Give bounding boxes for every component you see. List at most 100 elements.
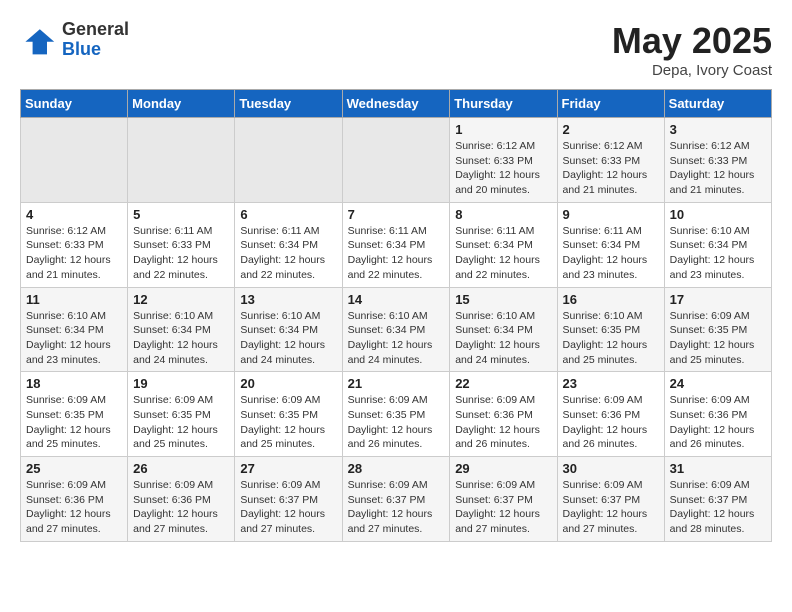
calendar-cell: 15 Sunrise: 6:10 AM Sunset: 6:34 PM Dayli… (450, 287, 557, 372)
day-number: 22 (455, 376, 551, 391)
day-info: Sunrise: 6:12 AM Sunset: 6:33 PM Dayligh… (670, 139, 766, 198)
day-number: 5 (133, 207, 229, 222)
day-header-wednesday: Wednesday (342, 90, 450, 118)
calendar-cell: 18Sunrise: 6:09 AM Sunset: 6:35 PM Dayli… (21, 372, 128, 457)
day-info: Sunrise: 6:09 AM Sunset: 6:36 PM Dayligh… (563, 393, 659, 452)
week-row-4: 18 Sunrise: 6:09 AM Sunset: 6:35 PM Dayli… (21, 372, 772, 457)
day-info: Sunrise: 6:10 AM Sunset: 6:34 PM Dayligh… (670, 224, 766, 283)
day-header-friday: Friday (557, 90, 664, 118)
calendar-cell: 3Sunrise: 6:12 AM Sunset: 6:33 PM Daylig… (664, 118, 771, 203)
calendar-cell: 28Sunrise: 6:09 AM Sunset: 6:37 PM Dayli… (342, 457, 450, 542)
day-info: Sunrise: 6:09 AM Sunset: 6:37 PM Dayligh… (563, 478, 659, 537)
calendar-cell: 12 Sunrise: 6:10 AM Sunset: 6:34 PM Dayli… (128, 287, 235, 372)
calendar-cell: 10Sunrise: 6:10 AM Sunset: 6:34 PM Dayli… (664, 202, 771, 287)
day-number: 18 (26, 376, 122, 391)
calendar-cell: 11Sunrise: 6:10 AM Sunset: 6:34 PM Dayli… (21, 287, 128, 372)
calendar-cell: 30Sunrise: 6:09 AM Sunset: 6:37 PM Dayli… (557, 457, 664, 542)
calendar-cell: 22 Sunrise: 6:09 AM Sunset: 6:36 PM Dayli… (450, 372, 557, 457)
week-row-3: 11Sunrise: 6:10 AM Sunset: 6:34 PM Dayli… (21, 287, 772, 372)
day-info: Sunrise: 6:12 AM Sunset: 6:33 PM Dayligh… (26, 224, 122, 283)
day-number: 23 (563, 376, 659, 391)
day-number: 20 (240, 376, 336, 391)
day-info: Sunrise: 6:10 AM Sunset: 6:35 PM Dayligh… (563, 309, 659, 368)
calendar-cell: 13 Sunrise: 6:10 AM Sunset: 6:34 PM Dayli… (235, 287, 342, 372)
day-number: 29 (455, 461, 551, 476)
day-number: 31 (670, 461, 766, 476)
calendar-cell: 27 Sunrise: 6:09 AM Sunset: 6:37 PM Dayli… (235, 457, 342, 542)
calendar-body: 1 Sunrise: 6:12 AM Sunset: 6:33 PM Daylig… (21, 118, 772, 542)
day-number: 1 (455, 122, 551, 137)
day-info: Sunrise: 6:09 AM Sunset: 6:35 PM Dayligh… (240, 393, 336, 452)
day-info: Sunrise: 6:10 AM Sunset: 6:34 PM Dayligh… (348, 309, 445, 368)
day-header-tuesday: Tuesday (235, 90, 342, 118)
logo-icon (20, 22, 56, 58)
page-header: General Blue May 2025 Depa, Ivory Coast (20, 20, 772, 79)
calendar-cell: 2Sunrise: 6:12 AM Sunset: 6:33 PM Daylig… (557, 118, 664, 203)
calendar-cell: 7Sunrise: 6:11 AM Sunset: 6:34 PM Daylig… (342, 202, 450, 287)
day-info: Sunrise: 6:09 AM Sunset: 6:37 PM Dayligh… (670, 478, 766, 537)
day-info: Sunrise: 6:11 AM Sunset: 6:34 PM Dayligh… (563, 224, 659, 283)
calendar-cell: 6Sunrise: 6:11 AM Sunset: 6:34 PM Daylig… (235, 202, 342, 287)
day-number: 17 (670, 292, 766, 307)
day-number: 8 (455, 207, 551, 222)
calendar-cell: 9Sunrise: 6:11 AM Sunset: 6:34 PM Daylig… (557, 202, 664, 287)
location: Depa, Ivory Coast (612, 62, 772, 79)
day-info: Sunrise: 6:10 AM Sunset: 6:34 PM Dayligh… (240, 309, 336, 368)
calendar-cell: 23 Sunrise: 6:09 AM Sunset: 6:36 PM Dayli… (557, 372, 664, 457)
logo: General Blue (20, 20, 129, 60)
calendar-cell: 14 Sunrise: 6:10 AM Sunset: 6:34 PM Dayli… (342, 287, 450, 372)
day-number: 19 (133, 376, 229, 391)
week-row-2: 4 Sunrise: 6:12 AM Sunset: 6:33 PM Daylig… (21, 202, 772, 287)
day-info: Sunrise: 6:11 AM Sunset: 6:34 PM Dayligh… (455, 224, 551, 283)
calendar-cell: 5 Sunrise: 6:11 AM Sunset: 6:33 PM Daylig… (128, 202, 235, 287)
day-header-saturday: Saturday (664, 90, 771, 118)
day-header-sunday: Sunday (21, 90, 128, 118)
calendar-cell: 31 Sunrise: 6:09 AM Sunset: 6:37 PM Dayli… (664, 457, 771, 542)
day-info: Sunrise: 6:11 AM Sunset: 6:34 PM Dayligh… (348, 224, 445, 283)
day-number: 16 (563, 292, 659, 307)
day-header-thursday: Thursday (450, 90, 557, 118)
calendar-cell: 21 Sunrise: 6:09 AM Sunset: 6:35 PM Dayli… (342, 372, 450, 457)
day-number: 12 (133, 292, 229, 307)
day-number: 15 (455, 292, 551, 307)
day-info: Sunrise: 6:11 AM Sunset: 6:33 PM Dayligh… (133, 224, 229, 283)
week-row-5: 25 Sunrise: 6:09 AM Sunset: 6:36 PM Dayli… (21, 457, 772, 542)
calendar-header-row: SundayMondayTuesdayWednesdayThursdayFrid… (21, 90, 772, 118)
day-number: 27 (240, 461, 336, 476)
calendar-cell (342, 118, 450, 203)
day-info: Sunrise: 6:09 AM Sunset: 6:37 PM Dayligh… (455, 478, 551, 537)
calendar-table: SundayMondayTuesdayWednesdayThursdayFrid… (20, 89, 772, 542)
day-info: Sunrise: 6:09 AM Sunset: 6:37 PM Dayligh… (348, 478, 445, 537)
day-number: 21 (348, 376, 445, 391)
title-section: May 2025 Depa, Ivory Coast (612, 20, 772, 79)
day-number: 6 (240, 207, 336, 222)
calendar-cell (128, 118, 235, 203)
day-info: Sunrise: 6:09 AM Sunset: 6:36 PM Dayligh… (455, 393, 551, 452)
calendar-cell: 24Sunrise: 6:09 AM Sunset: 6:36 PM Dayli… (664, 372, 771, 457)
calendar-cell (21, 118, 128, 203)
day-info: Sunrise: 6:10 AM Sunset: 6:34 PM Dayligh… (133, 309, 229, 368)
calendar-cell: 26 Sunrise: 6:09 AM Sunset: 6:36 PM Dayli… (128, 457, 235, 542)
calendar-cell (235, 118, 342, 203)
day-info: Sunrise: 6:10 AM Sunset: 6:34 PM Dayligh… (455, 309, 551, 368)
day-number: 13 (240, 292, 336, 307)
calendar-cell: 29 Sunrise: 6:09 AM Sunset: 6:37 PM Dayli… (450, 457, 557, 542)
day-info: Sunrise: 6:09 AM Sunset: 6:35 PM Dayligh… (348, 393, 445, 452)
day-number: 25 (26, 461, 122, 476)
month-title: May 2025 (612, 20, 772, 62)
day-info: Sunrise: 6:09 AM Sunset: 6:35 PM Dayligh… (670, 309, 766, 368)
day-info: Sunrise: 6:09 AM Sunset: 6:37 PM Dayligh… (240, 478, 336, 537)
day-info: Sunrise: 6:09 AM Sunset: 6:36 PM Dayligh… (26, 478, 122, 537)
day-info: Sunrise: 6:09 AM Sunset: 6:36 PM Dayligh… (133, 478, 229, 537)
day-number: 14 (348, 292, 445, 307)
week-row-1: 1 Sunrise: 6:12 AM Sunset: 6:33 PM Daylig… (21, 118, 772, 203)
day-number: 24 (670, 376, 766, 391)
day-number: 26 (133, 461, 229, 476)
day-info: Sunrise: 6:09 AM Sunset: 6:35 PM Dayligh… (133, 393, 229, 452)
calendar-cell: 25 Sunrise: 6:09 AM Sunset: 6:36 PM Dayli… (21, 457, 128, 542)
day-number: 4 (26, 207, 122, 222)
calendar-cell: 19 Sunrise: 6:09 AM Sunset: 6:35 PM Dayli… (128, 372, 235, 457)
calendar-cell: 17 Sunrise: 6:09 AM Sunset: 6:35 PM Dayli… (664, 287, 771, 372)
logo-text: General Blue (62, 20, 129, 60)
day-info: Sunrise: 6:10 AM Sunset: 6:34 PM Dayligh… (26, 309, 122, 368)
